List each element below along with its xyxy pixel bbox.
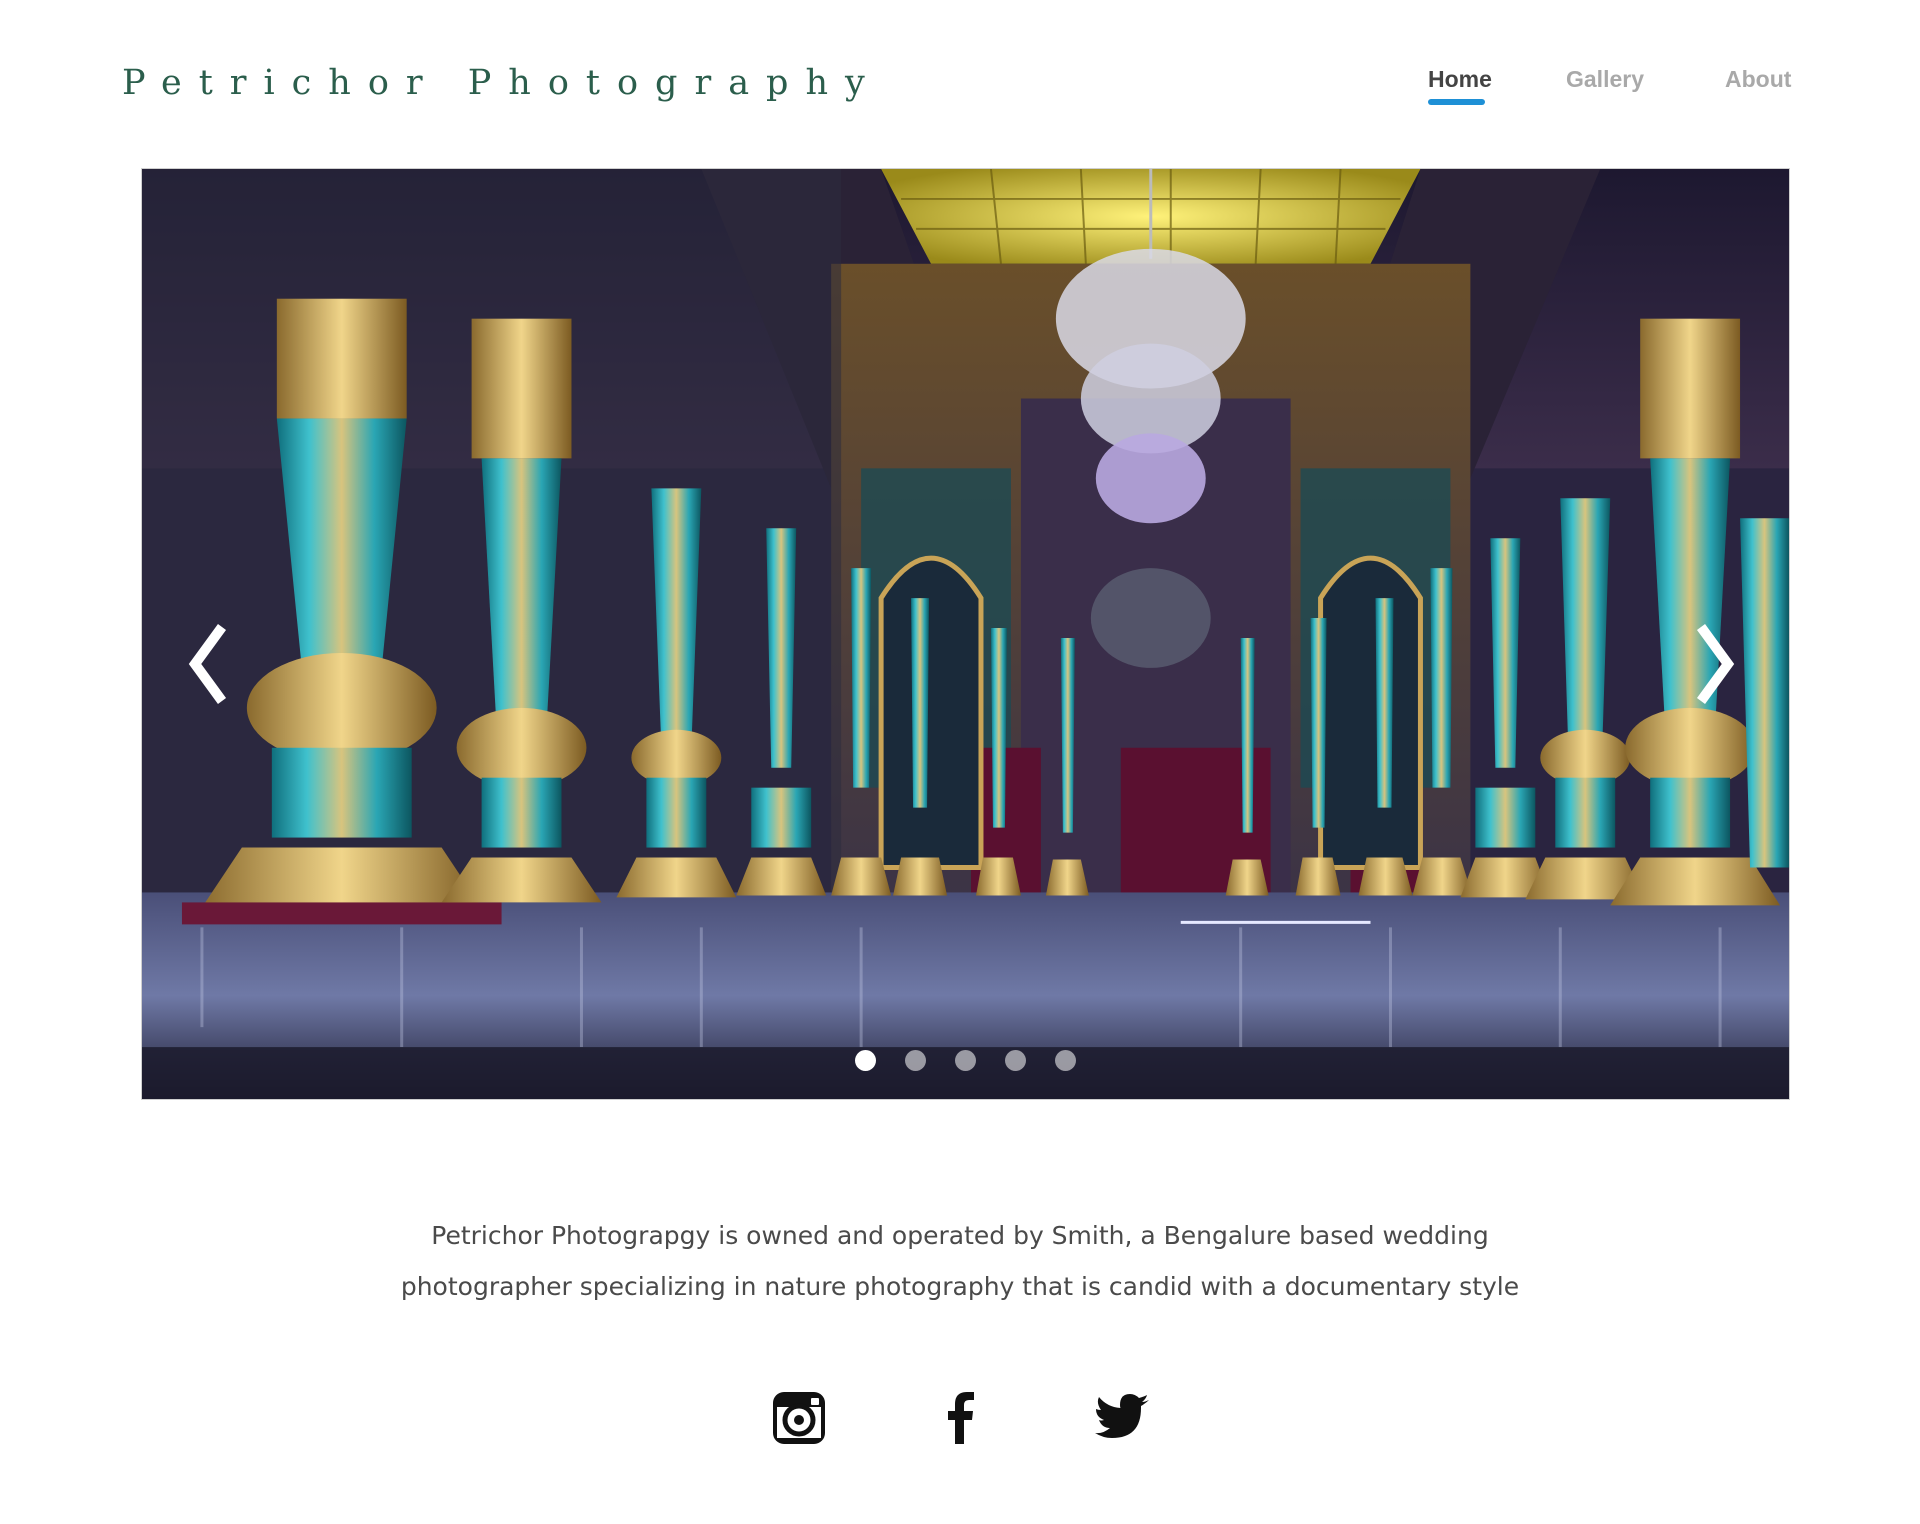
carousel-next-button[interactable]	[1676, 599, 1746, 729]
carousel-dot-1[interactable]	[855, 1050, 876, 1071]
nav-gallery[interactable]: Gallery	[1566, 66, 1644, 93]
palace-hall-photo	[142, 169, 1789, 1099]
facebook-icon	[948, 1392, 974, 1444]
carousel-dot-3[interactable]	[955, 1050, 976, 1071]
about-description: Petrichor Photograpgy is owned and opera…	[360, 1210, 1560, 1312]
about-line-2: photographer specializing in nature phot…	[400, 1272, 1520, 1301]
image-carousel[interactable]	[141, 168, 1790, 1100]
twitter-icon	[1095, 1394, 1149, 1438]
carousel-prev-button[interactable]	[177, 599, 247, 729]
carousel-dot-5[interactable]	[1055, 1050, 1076, 1071]
chevron-left-icon	[188, 624, 227, 704]
site-title[interactable]: Petrichor Photography	[122, 58, 882, 108]
nav-about[interactable]: About	[1725, 66, 1791, 93]
chevron-right-icon	[1696, 624, 1735, 704]
carousel-dot-4[interactable]	[1005, 1050, 1026, 1071]
about-line-1: Petrichor Photograpgy is owned and opera…	[431, 1221, 1489, 1250]
nav-active-underline	[1428, 99, 1485, 105]
carousel-dot-2[interactable]	[905, 1050, 926, 1071]
instagram-icon	[773, 1392, 825, 1444]
nav-home[interactable]: Home	[1428, 66, 1492, 93]
instagram-link[interactable]	[771, 1390, 827, 1446]
twitter-link[interactable]	[1095, 1390, 1151, 1446]
facebook-link[interactable]	[933, 1390, 989, 1446]
